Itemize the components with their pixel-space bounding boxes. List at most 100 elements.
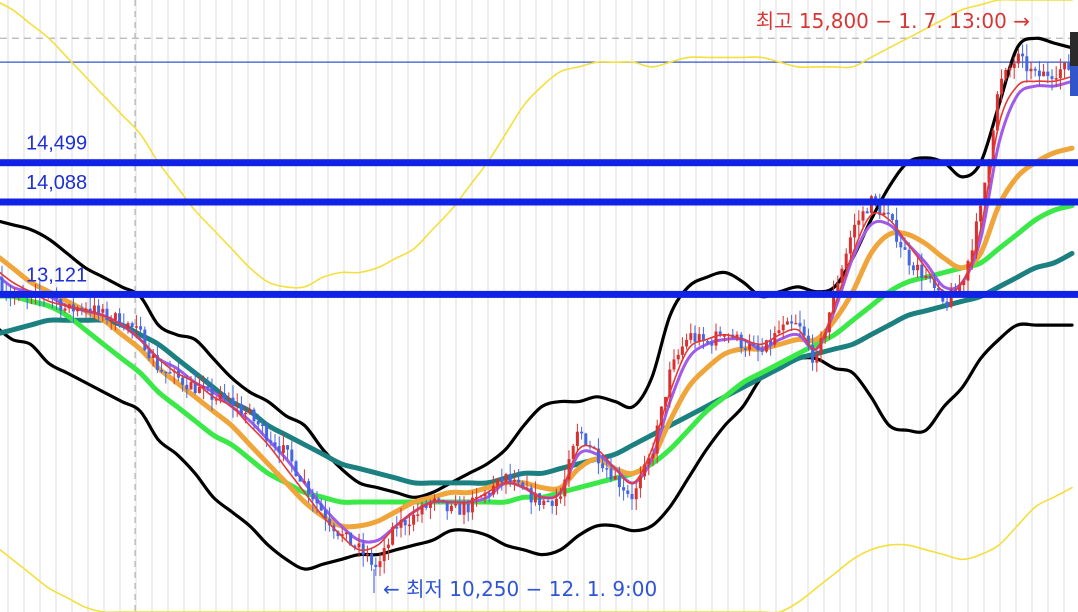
candle-body bbox=[1012, 63, 1016, 68]
candle-body bbox=[693, 333, 697, 342]
candle-body bbox=[836, 283, 840, 291]
grid-layer bbox=[0, 0, 1078, 612]
candle-body bbox=[378, 561, 382, 568]
stock-chart: 14,499 14,088 13,121 최고 15,800 − 1. 7. 1… bbox=[0, 0, 1078, 612]
candle-body bbox=[886, 212, 890, 215]
candle-body bbox=[575, 431, 579, 446]
candle-body bbox=[550, 500, 554, 506]
candle-body bbox=[542, 500, 546, 505]
candle-body bbox=[979, 205, 983, 222]
candle-body bbox=[273, 442, 277, 447]
candle-body bbox=[97, 305, 101, 313]
candle-body bbox=[1050, 76, 1054, 79]
candle-body bbox=[281, 445, 285, 453]
candle-body bbox=[714, 331, 718, 346]
candle-body bbox=[634, 488, 638, 500]
candle-body bbox=[134, 326, 138, 328]
candle-body bbox=[672, 359, 676, 370]
candle-body bbox=[907, 249, 911, 266]
candle-body bbox=[815, 354, 819, 363]
high-price-annotation: 최고 15,800 − 1. 7. 13:00 → bbox=[756, 9, 1030, 33]
candle-body bbox=[357, 543, 361, 548]
candle-body bbox=[487, 492, 491, 495]
level-label-13121: 13,121 bbox=[26, 264, 87, 286]
candle-body bbox=[785, 321, 789, 325]
candle-body bbox=[890, 214, 894, 220]
candle-body bbox=[160, 370, 164, 372]
support-resistance-line bbox=[0, 198, 1078, 206]
candle-body bbox=[622, 487, 626, 491]
candle-body bbox=[1021, 53, 1025, 57]
candle-body bbox=[626, 490, 630, 494]
candle-body bbox=[1000, 78, 1004, 95]
candle-body bbox=[1042, 71, 1046, 77]
candle-body bbox=[689, 333, 693, 340]
candle-body bbox=[227, 397, 231, 400]
candle-body bbox=[277, 446, 281, 453]
candle-body bbox=[92, 305, 96, 313]
candle-body bbox=[223, 393, 227, 399]
candle-body bbox=[403, 519, 407, 526]
candle-body bbox=[374, 564, 378, 568]
candle-body bbox=[147, 350, 151, 358]
candle-body bbox=[449, 505, 453, 512]
candle-body bbox=[916, 264, 920, 271]
candle-body bbox=[777, 330, 781, 334]
low-price-annotation: ← 최저 10,250 − 12. 1. 9:00 bbox=[383, 577, 657, 601]
candle-body bbox=[139, 326, 143, 330]
candle-body bbox=[248, 409, 252, 413]
candle-body bbox=[235, 404, 239, 406]
candle-body bbox=[651, 453, 655, 459]
candle-body bbox=[512, 479, 516, 482]
candle-body bbox=[676, 354, 680, 360]
candle-body bbox=[269, 440, 273, 443]
candle-body bbox=[189, 382, 193, 390]
candle-body bbox=[130, 323, 134, 328]
candle-body bbox=[252, 409, 256, 422]
candle-body bbox=[848, 237, 852, 254]
candle-body bbox=[924, 275, 928, 278]
level-label-14499: 14,499 bbox=[26, 133, 87, 155]
candle-body bbox=[382, 548, 386, 562]
candle-body bbox=[760, 350, 764, 352]
candle-body bbox=[302, 481, 306, 483]
candle-body bbox=[1067, 62, 1071, 70]
candle-body bbox=[407, 524, 411, 527]
candle-body bbox=[197, 386, 201, 393]
level-label-14088: 14,088 bbox=[26, 172, 87, 194]
candle-body bbox=[239, 404, 243, 414]
candle-body bbox=[206, 386, 210, 388]
candle-body bbox=[466, 503, 470, 513]
candle-body bbox=[743, 348, 747, 350]
price-tag-block-blue bbox=[1070, 66, 1078, 96]
candle-body bbox=[529, 487, 533, 503]
candle-body bbox=[286, 445, 290, 450]
candle-body bbox=[798, 322, 802, 327]
candle-body bbox=[609, 468, 613, 480]
candle-body bbox=[500, 478, 504, 483]
candle-body bbox=[290, 449, 294, 462]
candle-body bbox=[756, 344, 760, 351]
candle-body bbox=[920, 264, 924, 278]
candle-body bbox=[680, 346, 684, 355]
candle-body bbox=[617, 476, 621, 488]
candle-body bbox=[311, 494, 315, 500]
candle-body bbox=[0, 277, 4, 293]
support-resistance-line bbox=[0, 159, 1078, 167]
candle-body bbox=[370, 553, 374, 565]
candle-body bbox=[508, 474, 512, 482]
candle-body bbox=[412, 514, 416, 525]
candle-body bbox=[1029, 68, 1033, 72]
candle-body bbox=[601, 463, 605, 469]
candle-body bbox=[416, 514, 420, 516]
candle-body bbox=[458, 503, 462, 515]
label-layer: 14,499 14,088 13,121 최고 15,800 − 1. 7. 1… bbox=[26, 9, 1030, 601]
candle-body bbox=[168, 372, 172, 374]
candle-body bbox=[1033, 68, 1037, 71]
candle-body bbox=[853, 224, 857, 238]
candle-body bbox=[395, 527, 399, 529]
candle-body bbox=[185, 384, 189, 390]
candle-body bbox=[504, 474, 508, 483]
candle-body bbox=[218, 393, 222, 400]
candle-body bbox=[298, 476, 302, 482]
